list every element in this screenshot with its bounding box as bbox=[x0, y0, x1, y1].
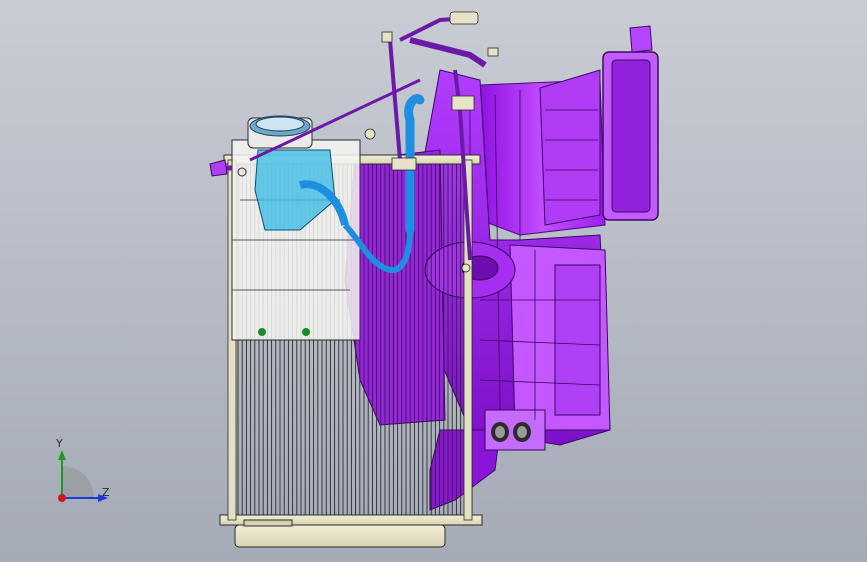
hvac-assembly-model[interactable] bbox=[0, 0, 867, 562]
3d-viewport[interactable]: Y Z bbox=[0, 0, 867, 562]
triad-graphic bbox=[58, 450, 108, 502]
z-axis-label: Z bbox=[102, 486, 110, 499]
y-axis-label: Y bbox=[56, 437, 63, 450]
coordinate-triad: Y Z bbox=[40, 436, 120, 516]
